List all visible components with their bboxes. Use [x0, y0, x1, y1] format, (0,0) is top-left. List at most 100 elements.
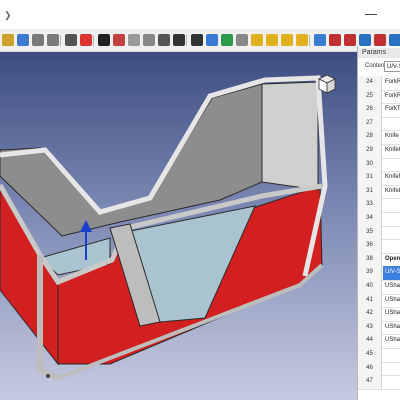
row-number: 28: [358, 130, 382, 144]
param-cell[interactable]: [385, 158, 400, 172]
toolbar-separator: [60, 35, 61, 46]
table-row[interactable]: 39 U/V-S: [358, 266, 400, 281]
row-number: 31: [358, 171, 382, 185]
table-row[interactable]: 45: [358, 348, 400, 363]
cube-icon[interactable]: [143, 34, 155, 46]
table-row[interactable]: 24 ForkR: [358, 76, 400, 91]
param-cell[interactable]: U/V-S: [383, 266, 400, 280]
cut-icon[interactable]: [98, 34, 110, 46]
dropdown-icon[interactable]: [158, 34, 170, 46]
table-row[interactable]: 27: [358, 116, 400, 132]
content-row: Content: U/V-Shape: [358, 61, 400, 73]
workplane-icon[interactable]: [206, 34, 218, 46]
table-row[interactable]: 44UShap: [358, 334, 400, 349]
param-cell[interactable]: ForkR: [385, 76, 400, 90]
table-row[interactable]: 34: [358, 212, 400, 227]
params-grid: 24ForkR25ForkR26ForkTo2728Knife C29Knife…: [358, 76, 400, 400]
param-cell[interactable]: ForkR: [385, 90, 400, 104]
table-row[interactable]: 31KnifeN: [358, 171, 400, 186]
row-number: 33: [358, 198, 382, 212]
param-cell[interactable]: KnifeL: [385, 185, 400, 199]
table-row[interactable]: 33: [358, 198, 400, 213]
param-cell[interactable]: UShap: [385, 334, 400, 348]
measure-icon[interactable]: [221, 34, 233, 46]
toolbar-separator: [309, 35, 310, 46]
param-cell[interactable]: UShap: [385, 294, 400, 308]
param-cell[interactable]: [385, 362, 400, 376]
table-row[interactable]: 47: [358, 375, 400, 390]
param-cell[interactable]: [385, 198, 400, 212]
table-row[interactable]: 42UShap: [358, 307, 400, 322]
param-cell[interactable]: [385, 239, 400, 253]
navigation-cube[interactable]: [318, 74, 336, 94]
part-icon[interactable]: [389, 34, 400, 46]
table-row[interactable]: 28Knife C: [358, 130, 400, 145]
axis-icon[interactable]: [80, 34, 92, 46]
origin-marker: [46, 374, 50, 378]
table-row[interactable]: 38 Open: [358, 252, 400, 268]
table-row[interactable]: 35: [358, 225, 400, 241]
view-icon[interactable]: [314, 34, 326, 46]
row-number: 42: [358, 307, 382, 321]
mirror-icon[interactable]: [329, 34, 341, 46]
param-cell[interactable]: ForkTo: [385, 103, 400, 117]
row-number: 45: [358, 348, 382, 362]
row-number: 41: [358, 293, 382, 308]
table-row[interactable]: 43UShap: [358, 320, 400, 336]
table-row[interactable]: 41UShap: [358, 293, 400, 309]
part-icon[interactable]: [374, 34, 386, 46]
toolbar-separator: [186, 35, 187, 46]
tray-model[interactable]: [0, 52, 357, 400]
table-row[interactable]: 40UShap: [358, 280, 400, 295]
param-cell[interactable]: [385, 375, 400, 389]
dropdown-icon[interactable]: [65, 34, 77, 46]
undo-icon[interactable]: [32, 34, 44, 46]
part-icon[interactable]: [281, 34, 293, 46]
row-number: 38: [358, 252, 382, 267]
redo-icon[interactable]: [47, 34, 59, 46]
table-row[interactable]: 30: [358, 157, 400, 173]
param-cell[interactable]: KnifeC: [385, 144, 400, 158]
panel-title: Params: [362, 49, 387, 56]
row-number: 27: [358, 116, 382, 131]
row-number: 30: [358, 157, 382, 172]
part-icon[interactable]: [344, 34, 356, 46]
table-row[interactable]: 31KnifeL: [358, 184, 400, 200]
table-row[interactable]: 26ForkTo: [358, 103, 400, 118]
minimize-icon[interactable]: [365, 14, 377, 15]
row-number: 35: [358, 225, 382, 240]
param-cell[interactable]: [385, 226, 400, 240]
3d-viewport[interactable]: [0, 52, 357, 400]
param-cell[interactable]: UShap: [385, 321, 400, 335]
part-icon[interactable]: [296, 34, 308, 46]
settings-icon[interactable]: [236, 34, 248, 46]
param-cell[interactable]: Knife C: [385, 130, 400, 144]
part-icon[interactable]: [359, 34, 371, 46]
point-icon[interactable]: [173, 34, 185, 46]
table-row[interactable]: 29KnifeC: [358, 144, 400, 159]
row-number: 34: [358, 212, 382, 226]
row-number: 40: [358, 280, 382, 294]
part-icon[interactable]: [251, 34, 263, 46]
row-number: 31: [358, 184, 382, 199]
open-icon[interactable]: [2, 34, 14, 46]
line-icon[interactable]: [191, 34, 203, 46]
content-dropdown[interactable]: U/V-Shape: [384, 61, 400, 72]
refresh-icon[interactable]: [113, 34, 125, 46]
table-row[interactable]: 25 ForkR: [358, 89, 400, 105]
param-cell[interactable]: UShap: [385, 307, 400, 321]
param-cell[interactable]: [385, 212, 400, 226]
param-cell[interactable]: KnifeN: [385, 171, 400, 185]
save-icon[interactable]: [17, 34, 29, 46]
title-bar: ❯: [0, 0, 400, 28]
param-cell[interactable]: [385, 117, 400, 131]
table-row[interactable]: 36: [358, 239, 400, 254]
table-row[interactable]: 46: [358, 361, 400, 377]
box-icon[interactable]: [128, 34, 140, 46]
param-cell[interactable]: [385, 348, 400, 362]
chevron-icon[interactable]: ❯: [4, 10, 12, 21]
part-icon[interactable]: [266, 34, 278, 46]
param-cell[interactable]: UShap: [385, 280, 400, 294]
right-inner-wall: [261, 81, 319, 191]
param-cell[interactable]: Open: [385, 253, 400, 267]
